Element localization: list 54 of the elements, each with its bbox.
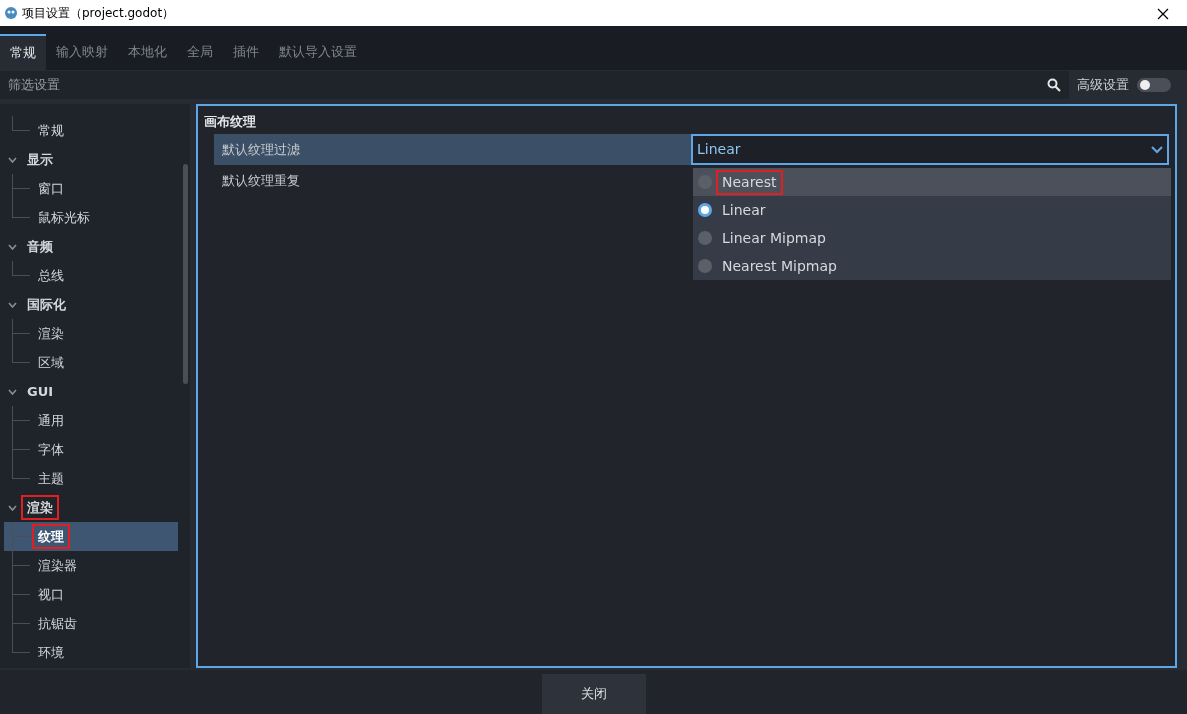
advanced-label: 高级设置 [1077,76,1129,95]
property-row[interactable]: 默认纹理过滤 Linear [214,134,1169,165]
section-title: 画布纹理 [204,113,257,131]
tree-item[interactable]: 渲染 [34,322,68,345]
tree-connector [12,406,30,435]
property-label: 默认纹理过滤 [221,140,301,159]
close-icon [1157,7,1169,20]
dropdown-option[interactable]: Linear [693,196,1171,224]
app-logo-icon [4,6,18,20]
tab[interactable]: 默认导入设置 [269,34,367,70]
property-label: 默认纹理重复 [221,171,300,190]
scrollbar[interactable] [183,164,188,384]
tree-item[interactable]: 常规 [34,119,68,142]
tree-item[interactable]: 渲染器 [34,554,81,577]
tree-item[interactable]: 字体 [34,438,68,461]
tree-connector [12,580,30,609]
search-icon [1047,78,1061,92]
tree-connector [12,261,30,276]
filter-input[interactable]: 筛选设置 [8,75,1047,95]
tree-item[interactable]: 窗口 [34,177,68,200]
tree-item[interactable]: 主题 [34,467,68,490]
category-label[interactable]: 渲染 [23,496,57,519]
tab[interactable]: 全局 [177,34,223,70]
highlight-frame: Nearest [718,171,781,193]
dropdown-value: Linear [697,140,741,159]
tab[interactable]: 输入映射 [46,34,118,70]
filter-field[interactable]: 筛选设置 [0,71,1069,99]
tree-connector [12,551,30,580]
tree-connector [12,522,30,551]
close-button[interactable]: 关闭 [541,674,646,714]
tree-item[interactable]: 总线 [34,264,68,287]
category-label[interactable]: GUI [23,380,58,403]
tree-item[interactable]: 抗锯齿 [34,612,81,635]
tree-item[interactable]: 鼠标光标 [34,206,94,229]
category-label[interactable]: 国际化 [23,293,70,316]
tab[interactable]: 本地化 [118,34,177,70]
value-dropdown[interactable]: Linear [691,134,1169,165]
dropdown-option[interactable]: Linear Mipmap [693,224,1171,252]
item-label: 纹理 [34,525,68,548]
tab[interactable]: 常规 [0,34,46,70]
dropdown-option[interactable]: Nearest Mipmap [693,252,1171,280]
advanced-toggle[interactable] [1137,78,1171,92]
tree-item[interactable]: 区域 [34,351,68,374]
category-label[interactable]: 显示 [23,148,57,171]
tab[interactable]: 插件 [223,34,269,70]
tree-item[interactable]: 环境 [34,641,68,664]
dropdown-option[interactable]: Nearest [693,168,1171,196]
window-title: 项目设置（project.godot） [22,5,175,22]
tree-item[interactable]: 通用 [34,409,68,432]
category-label[interactable]: 音频 [23,235,57,258]
chevron-down-icon [1151,145,1163,154]
selected-tree-item[interactable]: 纹理 [4,522,178,551]
tree-connector [12,116,30,131]
tree-item[interactable]: 视口 [34,583,68,606]
